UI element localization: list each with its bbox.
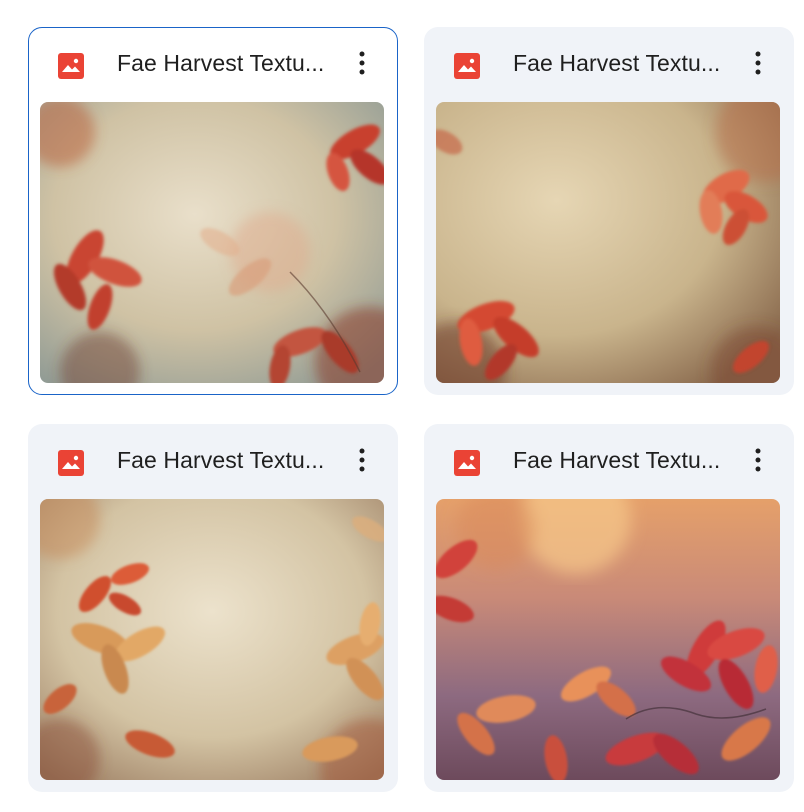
file-title[interactable]: Fae Harvest Textu... [513,447,720,474]
file-thumbnail[interactable] [436,499,780,780]
file-title[interactable]: Fae Harvest Textu... [117,447,324,474]
file-thumbnail[interactable] [40,499,384,780]
file-card[interactable]: Fae Harvest Textu... [424,27,794,395]
file-card[interactable]: Fae Harvest Textu... [28,27,398,395]
image-file-icon [454,53,480,79]
file-card-header: Fae Harvest Textu... [28,424,398,500]
more-vert-icon[interactable] [344,442,380,478]
file-thumbnail[interactable] [436,102,780,383]
more-vert-icon[interactable] [740,442,776,478]
more-vert-icon[interactable] [740,45,776,81]
file-title[interactable]: Fae Harvest Textu... [513,50,720,77]
more-vert-icon[interactable] [344,45,380,81]
file-card[interactable]: Fae Harvest Textu... [424,424,794,792]
image-file-icon [58,53,84,79]
file-card-header: Fae Harvest Textu... [424,424,794,500]
file-title[interactable]: Fae Harvest Textu... [117,50,324,77]
file-card-header: Fae Harvest Textu... [424,27,794,103]
file-thumbnail[interactable] [40,102,384,383]
file-card[interactable]: Fae Harvest Textu... [28,424,398,792]
file-card-header: Fae Harvest Textu... [29,28,397,104]
image-file-icon [58,450,84,476]
image-file-icon [454,450,480,476]
